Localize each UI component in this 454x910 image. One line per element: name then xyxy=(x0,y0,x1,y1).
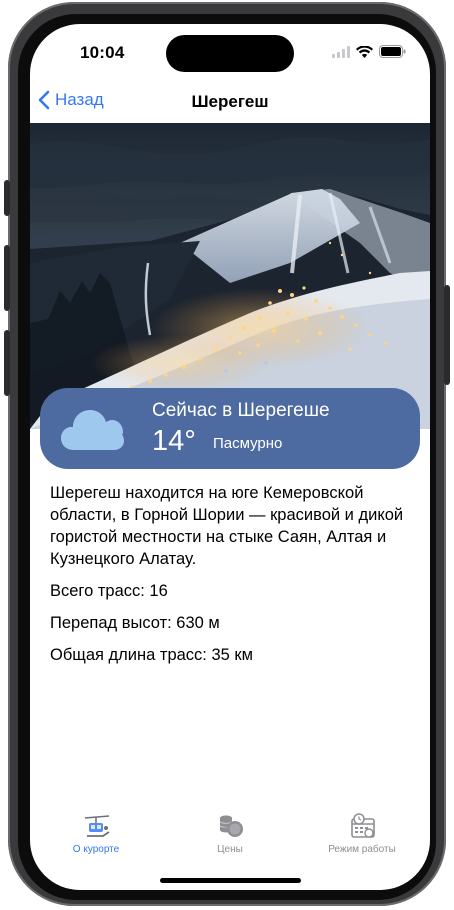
cellular-signal-icon xyxy=(332,45,350,58)
tab-prices[interactable]: Цены xyxy=(170,806,290,862)
page-title: Шерегеш xyxy=(191,92,269,111)
calendar-clock-icon xyxy=(351,813,375,838)
navigation-bar: Назад Шерегеш xyxy=(30,86,430,118)
weather-temperature: 14° xyxy=(152,425,196,457)
tab-opening-hours-label: Режим работы xyxy=(328,844,396,855)
coins-icon xyxy=(219,815,243,837)
tab-about-resort-label: О курорте xyxy=(72,844,120,855)
cloud-icon xyxy=(61,410,124,450)
weather-heading: Сейчас в Шерегеше xyxy=(152,400,330,421)
screen: 10:04 Назад Шерегеш Сейчас в Шерегеше 14… xyxy=(30,24,430,890)
tab-opening-hours[interactable]: Режим работы xyxy=(302,806,422,862)
resort-info: Шерегеш находится на юге Кемеровской обл… xyxy=(50,482,415,676)
action-button xyxy=(4,180,10,216)
resort-photo xyxy=(30,123,430,429)
stat-total-runs: Всего трасс: 16 xyxy=(50,582,168,600)
stat-vertical-drop: Перепад высот: 630 м xyxy=(50,614,220,632)
status-icons xyxy=(332,45,406,58)
tab-bar: О курорте Цены Режим работы xyxy=(30,806,430,866)
weather-condition: Пасмурно xyxy=(213,435,283,452)
power-button xyxy=(444,285,450,385)
volume-up-button xyxy=(4,245,10,311)
dynamic-island xyxy=(166,35,294,72)
wifi-icon xyxy=(356,45,373,58)
home-indicator xyxy=(160,878,301,883)
weather-card: Сейчас в Шерегеше 14° Пасмурно xyxy=(40,388,420,469)
status-time: 10:04 xyxy=(80,43,125,62)
battery-icon xyxy=(379,45,406,58)
tab-prices-label: Цены xyxy=(217,844,243,855)
volume-down-button xyxy=(4,330,10,396)
tab-about-resort[interactable]: О курорте xyxy=(36,806,156,862)
resort-description: Шерегеш находится на юге Кемеровской обл… xyxy=(50,484,404,568)
stat-total-length: Общая длина трасс: 35 км xyxy=(50,646,253,664)
ski-lift-icon xyxy=(84,815,110,837)
